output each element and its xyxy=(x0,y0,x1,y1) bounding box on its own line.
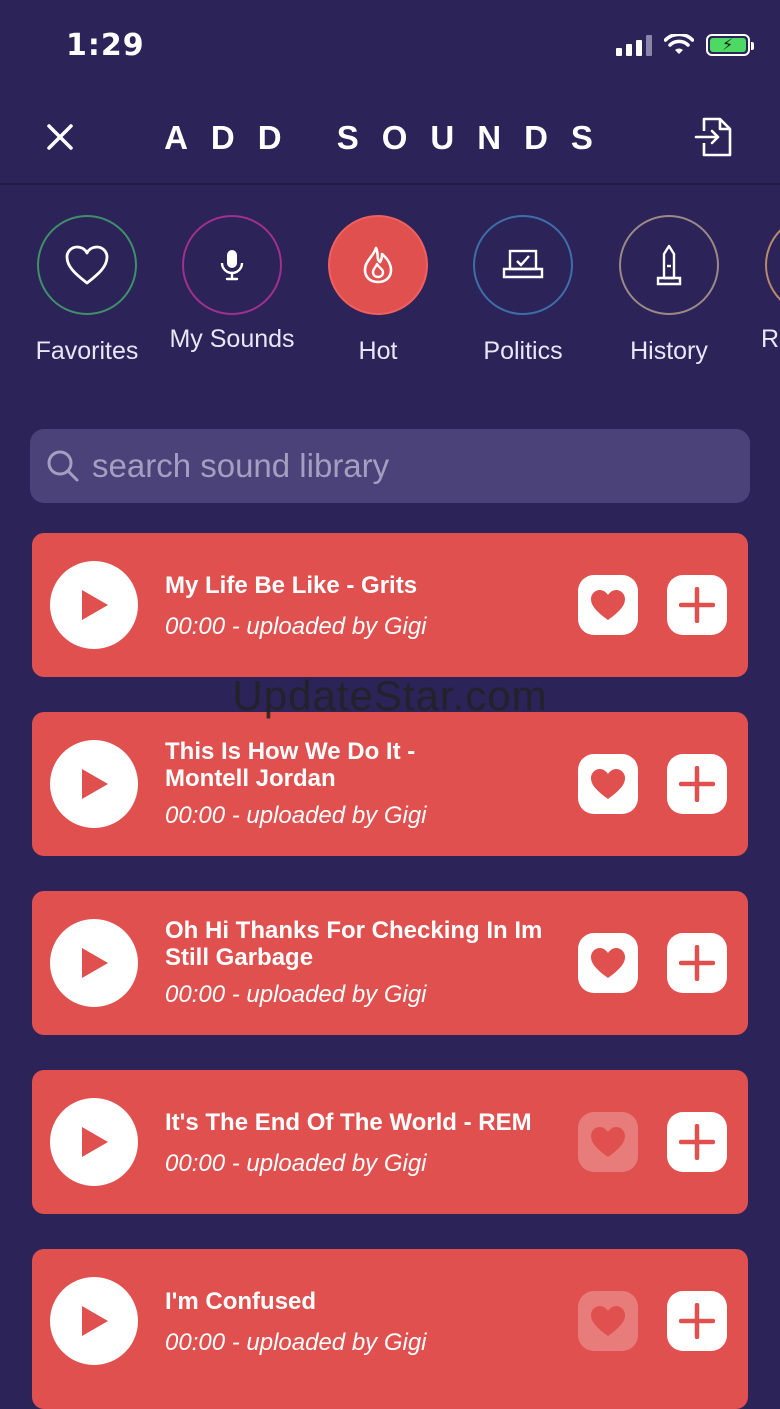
sound-card[interactable]: It's The End Of The World - REM 00:00 - … xyxy=(32,1070,748,1214)
category-hot[interactable]: Hot xyxy=(313,215,443,367)
microphone-icon xyxy=(220,250,244,281)
category-label: Politics xyxy=(483,337,563,365)
heart-icon xyxy=(65,245,109,285)
category-favorites[interactable]: Favorites xyxy=(22,215,152,367)
add-sound-button[interactable] xyxy=(667,575,727,635)
battery-icon: ⚡ xyxy=(706,34,754,56)
sound-meta: 00:00 - uploaded by Gigi xyxy=(165,1329,427,1356)
favorite-button[interactable] xyxy=(578,933,638,993)
heart-icon xyxy=(591,769,625,799)
sound-meta: 00:00 - uploaded by Gigi xyxy=(165,802,427,829)
heart-icon xyxy=(591,948,625,978)
play-icon xyxy=(82,769,108,799)
search-icon xyxy=(46,449,80,483)
monument-icon xyxy=(656,244,682,286)
category-circle xyxy=(328,215,428,315)
sound-info: My Life Be Like - Grits 00:00 - uploaded… xyxy=(165,572,565,641)
add-sound-button[interactable] xyxy=(667,1112,727,1172)
play-icon xyxy=(82,948,108,978)
sound-meta: 00:00 - uploaded by Gigi xyxy=(165,981,427,1008)
category-circle xyxy=(765,215,780,315)
sound-info: It's The End Of The World - REM 00:00 - … xyxy=(165,1109,565,1178)
heart-icon xyxy=(591,1306,625,1336)
sound-info: Oh Hi Thanks For Checking In Im Still Ga… xyxy=(165,917,565,1009)
sound-title: My Life Be Like - Grits xyxy=(165,572,418,599)
sound-card[interactable]: This Is How We Do It - Montell Jordan 00… xyxy=(32,712,748,856)
category-label: Favorites xyxy=(35,337,139,365)
search-input[interactable] xyxy=(92,447,692,485)
category-circle xyxy=(37,215,137,315)
heart-icon xyxy=(591,1127,625,1157)
header: ADD SOUNDS xyxy=(0,95,780,185)
sound-meta: 00:00 - uploaded by Gigi xyxy=(165,613,427,640)
category-circle xyxy=(182,215,282,315)
category-circle xyxy=(473,215,573,315)
export-file-icon xyxy=(694,117,732,157)
watermark: UpdateStar.com xyxy=(232,672,548,719)
status-time: 1:29 xyxy=(66,28,145,63)
category-label: R & xyxy=(761,325,780,353)
play-button[interactable] xyxy=(50,1277,138,1365)
category-label: Hot xyxy=(358,337,398,365)
favorite-button[interactable] xyxy=(578,1291,638,1351)
search-bar[interactable] xyxy=(30,429,750,503)
favorite-button[interactable] xyxy=(578,754,638,814)
plus-icon xyxy=(679,766,715,802)
play-button[interactable] xyxy=(50,740,138,828)
sound-card[interactable]: Oh Hi Thanks For Checking In Im Still Ga… xyxy=(32,891,748,1035)
ballot-box-icon xyxy=(502,249,544,279)
sound-info: I'm Confused 00:00 - uploaded by Gigi xyxy=(165,1288,565,1357)
favorite-button[interactable] xyxy=(578,1112,638,1172)
category-circle xyxy=(619,215,719,315)
plus-icon xyxy=(679,945,715,981)
sound-title: I'm Confused xyxy=(165,1288,317,1315)
page-title: ADD SOUNDS xyxy=(164,119,616,156)
category-label: History xyxy=(630,337,708,365)
sound-title: This Is How We Do It - Montell Jordan xyxy=(165,738,416,792)
play-button[interactable] xyxy=(50,1098,138,1186)
status-bar: 1:29 ⚡ xyxy=(0,0,780,95)
plus-icon xyxy=(679,587,715,623)
add-sound-button[interactable] xyxy=(667,1291,727,1351)
play-icon xyxy=(82,590,108,620)
sound-meta: 00:00 - uploaded by Gigi xyxy=(165,1150,427,1177)
category-label: My Sounds xyxy=(169,325,295,353)
category-partial[interactable]: R & xyxy=(749,215,780,355)
sound-card[interactable]: My Life Be Like - Grits 00:00 - uploaded… xyxy=(32,533,748,677)
export-button[interactable] xyxy=(692,113,736,161)
flame-icon xyxy=(363,246,393,284)
plus-icon xyxy=(679,1124,715,1160)
play-button[interactable] xyxy=(50,919,138,1007)
sound-title: Oh Hi Thanks For Checking In Im Still Ga… xyxy=(165,917,543,971)
category-my-sounds[interactable]: My Sounds xyxy=(167,215,297,355)
sound-card[interactable]: I'm Confused 00:00 - uploaded by Gigi xyxy=(32,1249,748,1409)
plus-icon xyxy=(679,1303,715,1339)
sound-title: It's The End Of The World - REM xyxy=(165,1109,532,1136)
play-icon xyxy=(82,1127,108,1157)
add-sound-button[interactable] xyxy=(667,754,727,814)
status-icons: ⚡ xyxy=(616,34,754,56)
wifi-icon xyxy=(664,34,694,54)
play-button[interactable] xyxy=(50,561,138,649)
favorite-button[interactable] xyxy=(578,575,638,635)
category-history[interactable]: History xyxy=(604,215,734,367)
signal-icon xyxy=(616,34,652,56)
play-icon xyxy=(82,1306,108,1336)
category-politics[interactable]: Politics xyxy=(458,215,588,367)
category-strip: Favorites My Sounds Hot Politics History… xyxy=(0,215,780,405)
sound-info: This Is How We Do It - Montell Jordan 00… xyxy=(165,738,565,830)
add-sound-button[interactable] xyxy=(667,933,727,993)
heart-icon xyxy=(591,590,625,620)
